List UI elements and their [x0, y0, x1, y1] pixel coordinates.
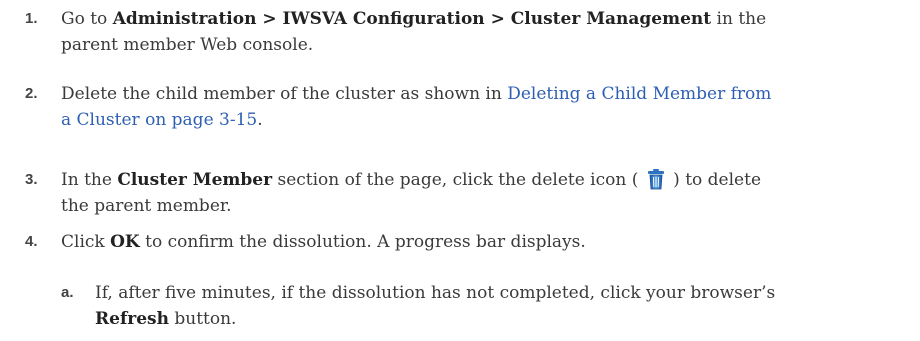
step-text: Delete the child member of the cluster a… — [61, 81, 821, 133]
step-text-end: to confirm the dissolution. A progress b… — [139, 232, 586, 252]
step-text-start: In the — [61, 170, 118, 190]
step-text-line2: the parent member. — [61, 196, 232, 216]
step-text-start: Go to — [61, 9, 113, 29]
section-name: Cluster Member — [117, 170, 273, 190]
step-number: 4. — [25, 233, 38, 250]
step-text-mid: section of the page, click the delete ic… — [272, 170, 644, 190]
link-text-line1[interactable]: Deleting a Child Member from — [507, 84, 771, 104]
substep-text: If, after five minutes, if the dissoluti… — [95, 280, 820, 332]
step-number: 1. — [25, 10, 38, 27]
substep-letter: a. — [61, 284, 74, 301]
step-text: Go to Administration > IWSVA Configurati… — [61, 6, 821, 58]
substep-text-end: button. — [168, 309, 237, 329]
step-text-end: . — [257, 110, 263, 130]
step-text-line2: parent member Web console. — [61, 35, 314, 55]
step-text-start: Delete the child member of the cluster a… — [61, 84, 508, 104]
substep-text-line1: If, after five minutes, if the dissoluti… — [95, 283, 776, 303]
step-text: Click OK to confirm the dissolution. A p… — [61, 229, 821, 255]
ok-label: OK — [110, 232, 140, 252]
document-page: 1. Go to Administration > IWSVA Configur… — [0, 0, 920, 341]
refresh-label: Refresh — [95, 309, 169, 329]
link-text-line2[interactable]: a Cluster on page 3-15 — [61, 110, 257, 130]
step-text-end: in the — [711, 9, 767, 29]
step-number: 2. — [25, 85, 38, 102]
trash-icon — [646, 168, 666, 190]
step-number: 3. — [25, 171, 38, 188]
step-text-end: ) to delete — [667, 170, 762, 190]
step-text: In the Cluster Member section of the pag… — [61, 167, 821, 219]
menu-path: Administration > IWSVA Configuration > C… — [112, 9, 712, 29]
step-text-start: Click — [61, 232, 111, 252]
